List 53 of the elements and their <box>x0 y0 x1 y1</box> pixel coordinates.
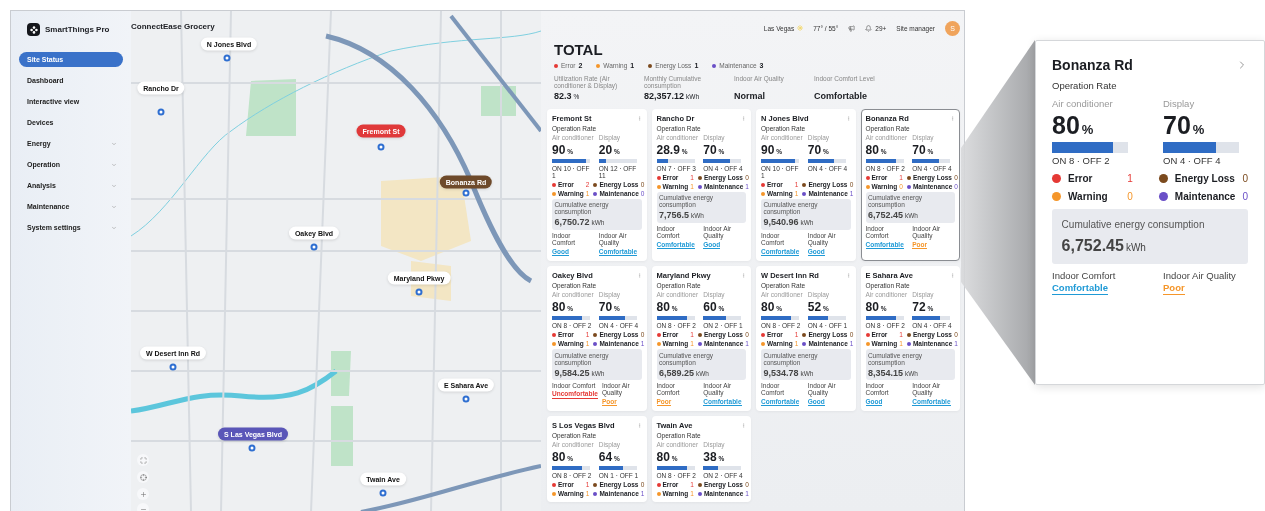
site-card[interactable] <box>756 109 856 262</box>
chevron-down-icon <box>111 161 117 168</box>
indoor-label: Indoor Air Quality <box>1163 271 1237 283</box>
operation-rate-label: Operation Rate <box>1052 80 1118 91</box>
status-label: Maintenance <box>1174 191 1236 202</box>
site-card[interactable] <box>547 266 647 412</box>
map-pin[interactable] <box>462 189 470 197</box>
status-count: 0 <box>1127 191 1133 202</box>
site-card[interactable] <box>756 266 856 412</box>
chevron-down-icon <box>111 224 117 231</box>
site-card[interactable] <box>860 109 960 262</box>
map-pin[interactable] <box>415 288 423 296</box>
status-label: Error <box>1068 173 1094 184</box>
meter-label: Display <box>1163 98 1196 109</box>
chevron-down-icon <box>111 182 117 189</box>
status-label: Warning <box>1068 191 1109 202</box>
status-count: 0 <box>1242 191 1248 202</box>
site-card[interactable] <box>860 266 960 412</box>
map-pin[interactable] <box>379 489 387 497</box>
status-count: 1 <box>1127 173 1133 184</box>
chevron-down-icon <box>111 140 117 147</box>
map-pin[interactable] <box>223 54 231 62</box>
site-group-title: ConnectEase Grocery <box>131 22 215 31</box>
map-pin[interactable] <box>248 444 256 452</box>
site-card[interactable] <box>651 266 751 412</box>
map-pin[interactable] <box>169 363 177 371</box>
site-name: Bonanza Rd <box>1052 57 1133 73</box>
chevron-down-icon <box>111 203 117 210</box>
on-off-counts: ON 4 · OFF 4 <box>1163 155 1222 166</box>
energy-label: Cumulative energy consumption <box>1061 218 1206 230</box>
indoor-value: Poor <box>1163 283 1185 296</box>
status-count: 0 <box>1242 173 1248 184</box>
rate-value: 70% <box>1163 111 1206 140</box>
logo-icon <box>27 23 40 36</box>
indoor-value: Comfortable <box>1052 283 1108 296</box>
map-pin[interactable] <box>462 395 470 403</box>
meter-label: Air conditioner <box>1052 98 1114 109</box>
sun-icon <box>797 25 804 31</box>
status-label: Energy Loss <box>1174 173 1236 184</box>
map-pin[interactable] <box>157 108 165 116</box>
map-pin[interactable] <box>377 143 385 151</box>
metric-value: Comfortable <box>814 91 868 101</box>
app-name: SmartThings Pro <box>45 25 110 34</box>
map-pin[interactable] <box>310 243 318 251</box>
metric-value: Normal <box>734 91 766 101</box>
total-title: TOTAL <box>554 41 604 58</box>
indoor-label: Indoor Comfort <box>1052 271 1117 283</box>
site-card[interactable] <box>547 109 647 262</box>
megaphone-icon[interactable] <box>848 24 856 32</box>
rate-value: 80% <box>1052 111 1095 140</box>
site-card[interactable] <box>651 109 751 262</box>
energy-value: 6,752.45kWh <box>1061 236 1147 255</box>
on-off-counts: ON 8 · OFF 2 <box>1052 155 1111 166</box>
